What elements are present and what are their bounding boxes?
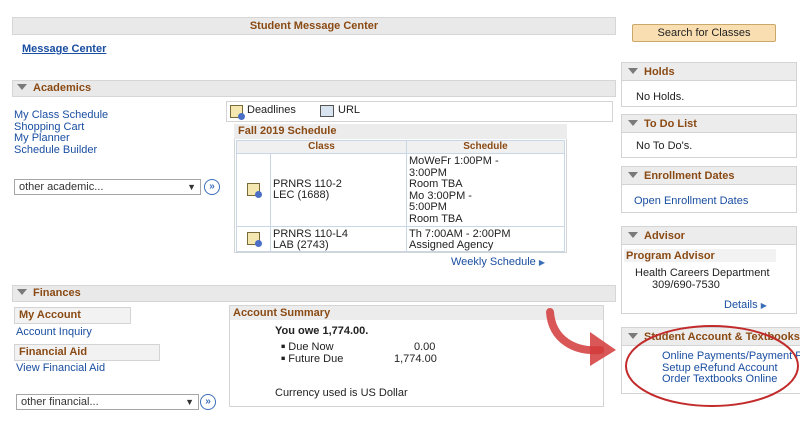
advisor-phone: 309/690-7530 <box>652 279 720 291</box>
class-detail-icon[interactable] <box>247 183 262 198</box>
my-account-label: My Account <box>14 307 131 324</box>
financial-go-button[interactable]: » <box>200 394 216 410</box>
dropdown-arrow-icon: ▼ <box>185 397 194 407</box>
view-financial-aid-link[interactable]: View Financial Aid <box>16 362 105 374</box>
advisor-department: Health Careers Department <box>635 267 770 279</box>
my-planner-link[interactable]: My Planner <box>14 132 108 145</box>
order-textbooks-link[interactable]: Order Textbooks Online <box>662 373 800 386</box>
program-advisor-title: Program Advisor <box>626 250 715 262</box>
search-for-classes-button[interactable]: Search for Classes <box>632 24 776 42</box>
dropdown-arrow-icon: ▼ <box>187 182 196 192</box>
other-financial-select[interactable]: other financial... ▼ <box>16 394 199 410</box>
holds-header[interactable]: Holds <box>622 63 796 81</box>
account-inquiry-link[interactable]: Account Inquiry <box>16 326 92 338</box>
student-account-links: Online Payments/Payment Plans Setup eRef… <box>662 351 800 386</box>
schedule-builder-link[interactable]: Schedule Builder <box>14 144 108 157</box>
finances-header[interactable]: Finances <box>12 285 616 302</box>
currency-note: Currency used is US Dollar <box>275 387 408 399</box>
class-schedule: Th 7:00AM - 2:00PM Assigned Agency <box>409 228 511 251</box>
todo-header[interactable]: To Do List <box>622 115 796 133</box>
open-enrollment-dates-link[interactable]: Open Enrollment Dates <box>634 195 748 207</box>
academic-go-button[interactable]: » <box>204 179 220 195</box>
arrow-right-icon: ▶ <box>538 258 546 267</box>
academics-links: My Class Schedule Shopping Cart My Plann… <box>14 109 108 157</box>
schedule-table: Class Schedule PRNRS 110-2 LEC (1688) Mo… <box>236 140 565 252</box>
student-account-header[interactable]: Student Account & Textbooks <box>622 328 800 346</box>
col-schedule-header: Schedule <box>407 141 564 154</box>
collapse-triangle-icon <box>17 289 27 296</box>
bullet-icon: ■ <box>281 343 286 351</box>
bullet-icon: ■ <box>281 355 286 363</box>
schedule-title: Fall 2019 Schedule <box>238 125 337 137</box>
due-now-row: ■ Due Now <box>281 341 334 353</box>
collapse-triangle-icon <box>17 84 27 91</box>
weekly-schedule-link[interactable]: Weekly Schedule ▶ <box>451 256 545 268</box>
class-detail-icon[interactable] <box>247 232 262 247</box>
future-due-value: 1,774.00 <box>394 353 437 365</box>
collapse-triangle-icon <box>628 232 638 239</box>
my-class-schedule-link[interactable]: My Class Schedule <box>14 109 108 122</box>
collapse-triangle-icon <box>628 172 638 179</box>
arrow-right-icon: ▶ <box>760 301 767 310</box>
other-academic-select[interactable]: other academic... ▼ <box>14 179 201 195</box>
online-payments-link[interactable]: Online Payments/Payment Plans <box>662 351 800 363</box>
advisor-header[interactable]: Advisor <box>622 227 796 245</box>
account-summary-title: Account Summary <box>233 307 331 319</box>
class-name: PRNRS 110-L4 LAB (2743) <box>273 228 348 251</box>
col-class-header: Class <box>237 141 407 154</box>
deadlines-icon <box>230 105 245 120</box>
class-name: PRNRS 110-2 LEC (1688) <box>273 178 342 201</box>
academics-header[interactable]: Academics <box>12 80 616 97</box>
enrollment-header[interactable]: Enrollment Dates <box>622 167 796 185</box>
message-center-link[interactable]: Message Center <box>22 43 106 55</box>
todo-body: No To Do's. <box>636 140 693 152</box>
collapse-triangle-icon <box>628 120 638 127</box>
due-now-value: 0.00 <box>414 341 436 353</box>
url-tab[interactable]: URL <box>320 104 360 117</box>
amount-owed: You owe 1,774.00. <box>275 325 369 337</box>
message-center-header: Student Message Center <box>12 17 616 35</box>
class-schedule: MoWeFr 1:00PM - 3:00PM Room TBA Mo 3:00P… <box>409 155 499 225</box>
collapse-triangle-icon <box>628 333 638 340</box>
holds-body: No Holds. <box>636 91 685 103</box>
future-due-row: ■ Future Due <box>281 353 344 365</box>
url-icon <box>320 105 334 117</box>
advisor-details-link[interactable]: Details ▶ <box>724 299 767 311</box>
financial-aid-label: Financial Aid <box>14 344 160 361</box>
collapse-triangle-icon <box>628 68 638 75</box>
deadlines-tab[interactable]: Deadlines <box>230 104 296 120</box>
